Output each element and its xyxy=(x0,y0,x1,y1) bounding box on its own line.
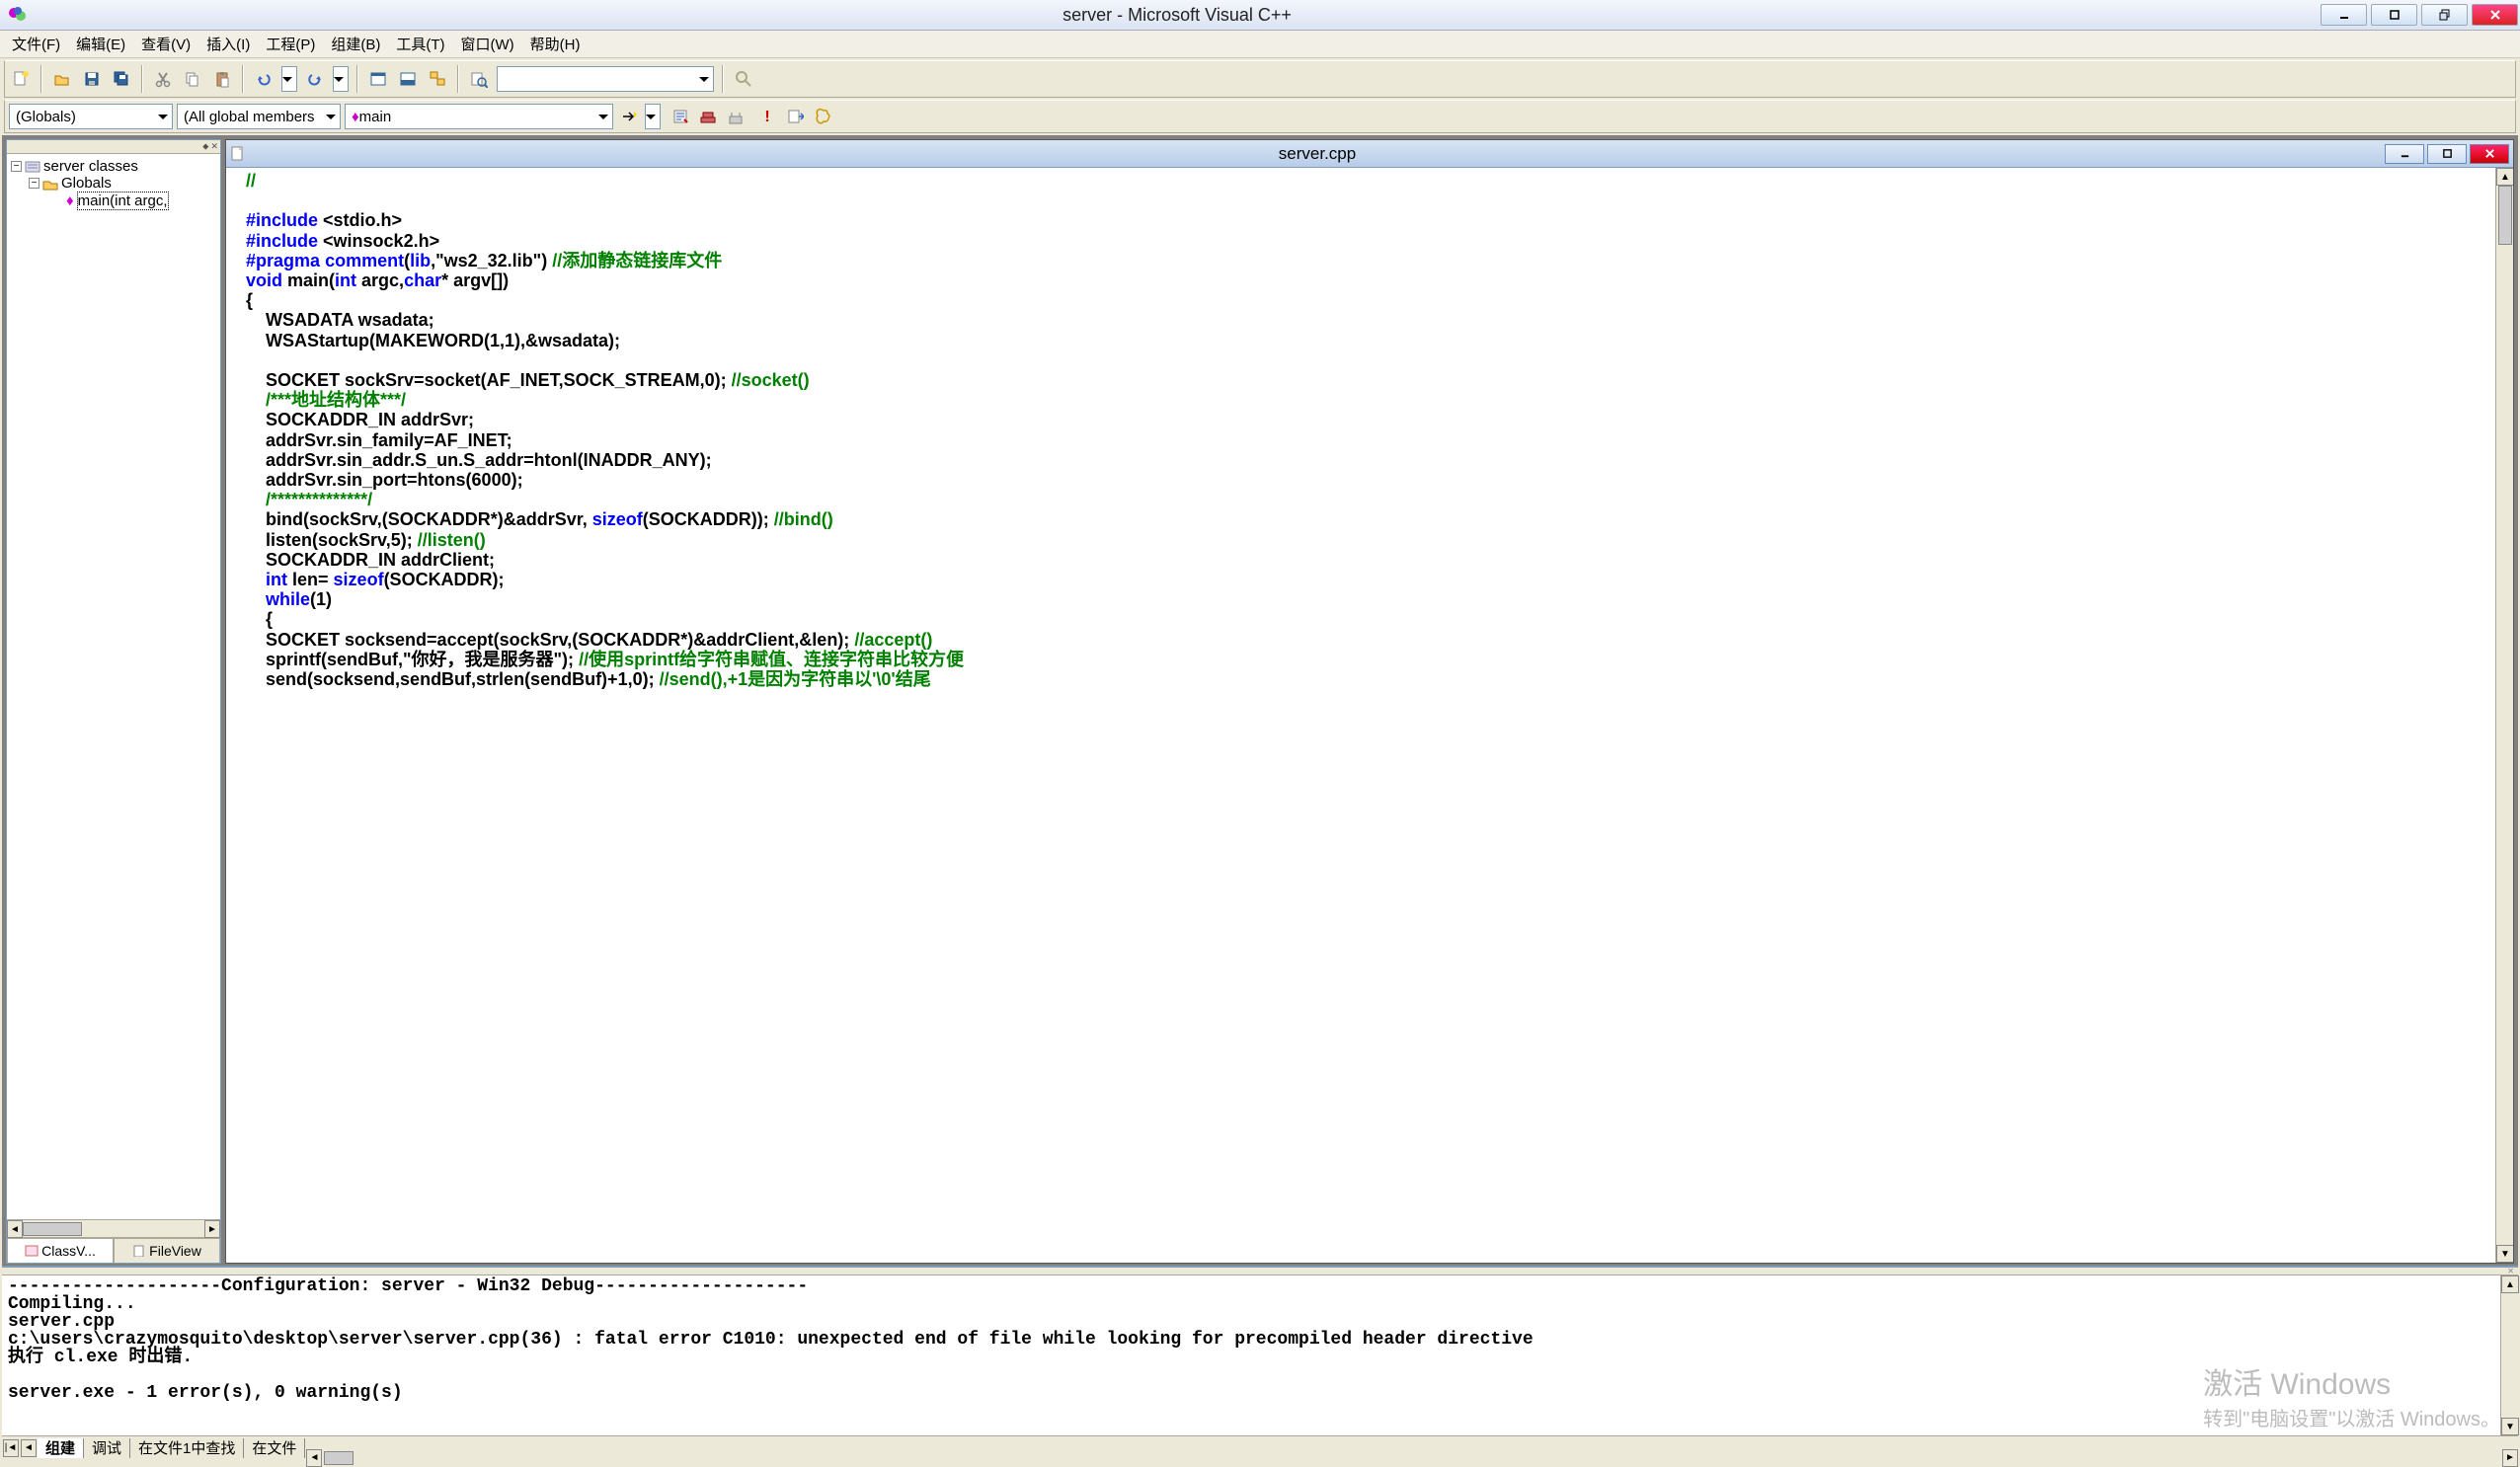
class-tree[interactable]: −server classes −Globals ♦main(int argc, xyxy=(7,154,220,1219)
window-list-icon[interactable] xyxy=(426,67,449,91)
copy-icon[interactable] xyxy=(181,67,204,91)
redo-icon[interactable] xyxy=(303,67,327,91)
standard-toolbar xyxy=(4,60,2516,98)
menu-project[interactable]: 工程(P) xyxy=(260,32,321,56)
output-tab-build[interactable]: 组建 xyxy=(38,1438,84,1458)
menu-view[interactable]: 查看(V) xyxy=(135,32,197,56)
output-vscroll[interactable]: ▲▼ xyxy=(2500,1275,2518,1435)
output-window-icon[interactable] xyxy=(396,67,420,91)
sidebar-close-icon[interactable]: ✕ xyxy=(210,141,218,152)
members-combo[interactable]: (All global members xyxy=(177,104,341,129)
window-titlebar: server - Microsoft Visual C++ xyxy=(0,0,2520,31)
output-tab-prev[interactable]: ◄ xyxy=(21,1439,37,1457)
go-debug-icon[interactable] xyxy=(783,105,807,128)
code-area[interactable]: // #include <stdio.h> #include <winsock2… xyxy=(226,168,2513,1263)
editor-vscroll[interactable]: ▲▼ xyxy=(2495,168,2513,1263)
classview-tab[interactable]: ClassV... xyxy=(7,1238,114,1263)
app-icon xyxy=(8,5,28,25)
editor-maximize-button[interactable] xyxy=(2427,144,2467,164)
open-icon[interactable] xyxy=(50,67,74,91)
cut-icon[interactable] xyxy=(151,67,175,91)
output-tab-find1[interactable]: 在文件1中查找 xyxy=(130,1438,244,1458)
output-tab-debug[interactable]: 调试 xyxy=(84,1438,130,1458)
output-pane: ✕ --------------------Configuration: ser… xyxy=(2,1266,2518,1459)
menubar: 文件(F) 编辑(E) 查看(V) 插入(I) 工程(P) 组建(B) 工具(T… xyxy=(0,31,2520,58)
workspace: ⬥✕ −server classes −Globals ♦main(int ar… xyxy=(2,135,2518,1266)
compile-icon[interactable] xyxy=(669,105,692,128)
tree-globals[interactable]: −Globals xyxy=(11,175,216,192)
find-in-files-icon[interactable] xyxy=(467,67,491,91)
maximize-button[interactable] xyxy=(2371,4,2417,26)
workspace-icon[interactable] xyxy=(366,67,390,91)
go-dropdown[interactable] xyxy=(645,104,661,129)
tree-main-func[interactable]: ♦main(int argc, xyxy=(11,192,216,210)
redo-dropdown[interactable] xyxy=(333,66,349,92)
sidebar-toolbar: ⬥✕ xyxy=(7,140,220,154)
editor-close-button[interactable] xyxy=(2470,144,2509,164)
menu-insert[interactable]: 插入(I) xyxy=(200,32,256,56)
menu-help[interactable]: 帮助(H) xyxy=(524,32,587,56)
menu-build[interactable]: 组建(B) xyxy=(325,32,386,56)
document-icon xyxy=(226,146,250,162)
menu-tools[interactable]: 工具(T) xyxy=(390,32,450,56)
sidebar-tabs: ClassV... FileView xyxy=(7,1237,220,1263)
output-tabs-row: |◄ ◄ 组建 调试 在文件1中查找 在文件 ◄► xyxy=(2,1435,2518,1459)
output-tab-first[interactable]: |◄ xyxy=(3,1439,19,1457)
execute-icon[interactable]: ! xyxy=(755,105,779,128)
save-all-icon[interactable] xyxy=(110,67,133,91)
menu-file[interactable]: 文件(F) xyxy=(6,32,66,56)
sidebar-hscroll[interactable]: ◄► xyxy=(7,1219,220,1237)
find-combo[interactable] xyxy=(497,66,714,92)
editor-minimize-button[interactable] xyxy=(2385,144,2424,164)
class-view-sidebar: ⬥✕ −server classes −Globals ♦main(int ar… xyxy=(6,139,221,1264)
paste-icon[interactable] xyxy=(210,67,234,91)
svg-text:!: ! xyxy=(764,109,769,125)
menu-edit[interactable]: 编辑(E) xyxy=(70,32,131,56)
go-icon[interactable] xyxy=(617,105,641,128)
wizard-toolbar: (Globals) (All global members ♦ main ! xyxy=(4,100,2516,133)
editor-titlebar: server.cpp xyxy=(226,140,2513,168)
output-grip[interactable]: ✕ xyxy=(2,1268,2518,1275)
new-file-icon[interactable] xyxy=(9,67,33,91)
restore-button[interactable] xyxy=(2421,4,2468,26)
output-tab-find2[interactable]: 在文件 xyxy=(244,1438,305,1458)
stop-build-icon[interactable] xyxy=(724,105,748,128)
find-icon[interactable] xyxy=(732,67,755,91)
breakpoint-icon[interactable] xyxy=(811,105,834,128)
window-title: server - Microsoft Visual C++ xyxy=(34,5,2321,26)
scope-combo[interactable]: (Globals) xyxy=(9,104,173,129)
window-buttons xyxy=(2321,4,2518,26)
function-combo[interactable]: ♦ main xyxy=(345,104,613,129)
close-button[interactable] xyxy=(2472,4,2518,26)
editor-filename: server.cpp xyxy=(250,144,2385,164)
undo-icon[interactable] xyxy=(252,67,276,91)
code-text[interactable]: // #include <stdio.h> #include <winsock2… xyxy=(226,168,2513,694)
build-icon[interactable] xyxy=(696,105,720,128)
minimize-button[interactable] xyxy=(2321,4,2367,26)
menu-window[interactable]: 窗口(W) xyxy=(454,32,519,56)
fileview-tab[interactable]: FileView xyxy=(114,1238,220,1263)
undo-dropdown[interactable] xyxy=(281,66,297,92)
sidebar-pin-icon[interactable]: ⬥ xyxy=(202,141,208,152)
save-icon[interactable] xyxy=(80,67,104,91)
tree-root[interactable]: −server classes xyxy=(11,158,216,175)
code-editor-window: server.cpp // #include <stdio.h> #includ… xyxy=(225,139,2514,1264)
output-text[interactable]: --------------------Configuration: serve… xyxy=(2,1275,2518,1435)
